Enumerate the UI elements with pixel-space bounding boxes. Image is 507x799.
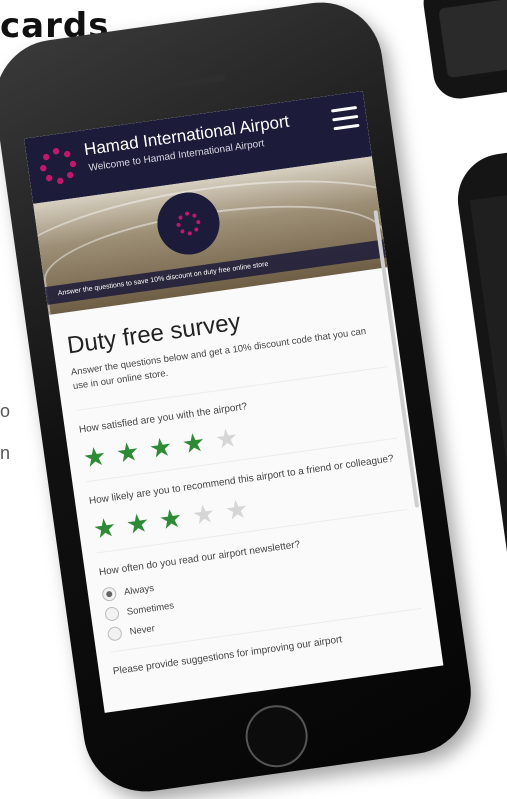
radio-button[interactable] [106, 625, 123, 642]
radio-button[interactable] [104, 606, 120, 622]
star-icon[interactable]: ★ [147, 431, 174, 464]
side-text-line: n [0, 443, 11, 463]
star-icon[interactable]: ★ [190, 498, 217, 531]
survey-form: Duty free survey Answer the questions be… [49, 267, 439, 679]
star-icon[interactable]: ★ [213, 422, 240, 455]
background-phone-right [451, 143, 507, 597]
star-icon[interactable]: ★ [124, 507, 151, 540]
background-phone-top [420, 0, 507, 102]
radio-label: Sometimes [126, 599, 175, 618]
star-icon[interactable]: ★ [180, 426, 207, 459]
radio-label: Never [128, 622, 156, 638]
star-icon[interactable]: ★ [91, 512, 118, 545]
radio-label: Always [123, 582, 155, 598]
star-icon[interactable]: ★ [114, 436, 141, 469]
star-icon[interactable]: ★ [157, 502, 184, 535]
side-text-column: o n [0, 390, 24, 500]
side-text-line: o [0, 401, 11, 421]
star-icon[interactable]: ★ [81, 440, 108, 473]
hamburger-menu-icon[interactable] [330, 105, 360, 131]
star-icon[interactable]: ★ [223, 493, 250, 526]
radio-button[interactable] [101, 586, 118, 603]
airport-logo-icon [40, 148, 77, 185]
phone-mockup: Hamad International Airport Welcome to H… [0, 0, 479, 799]
